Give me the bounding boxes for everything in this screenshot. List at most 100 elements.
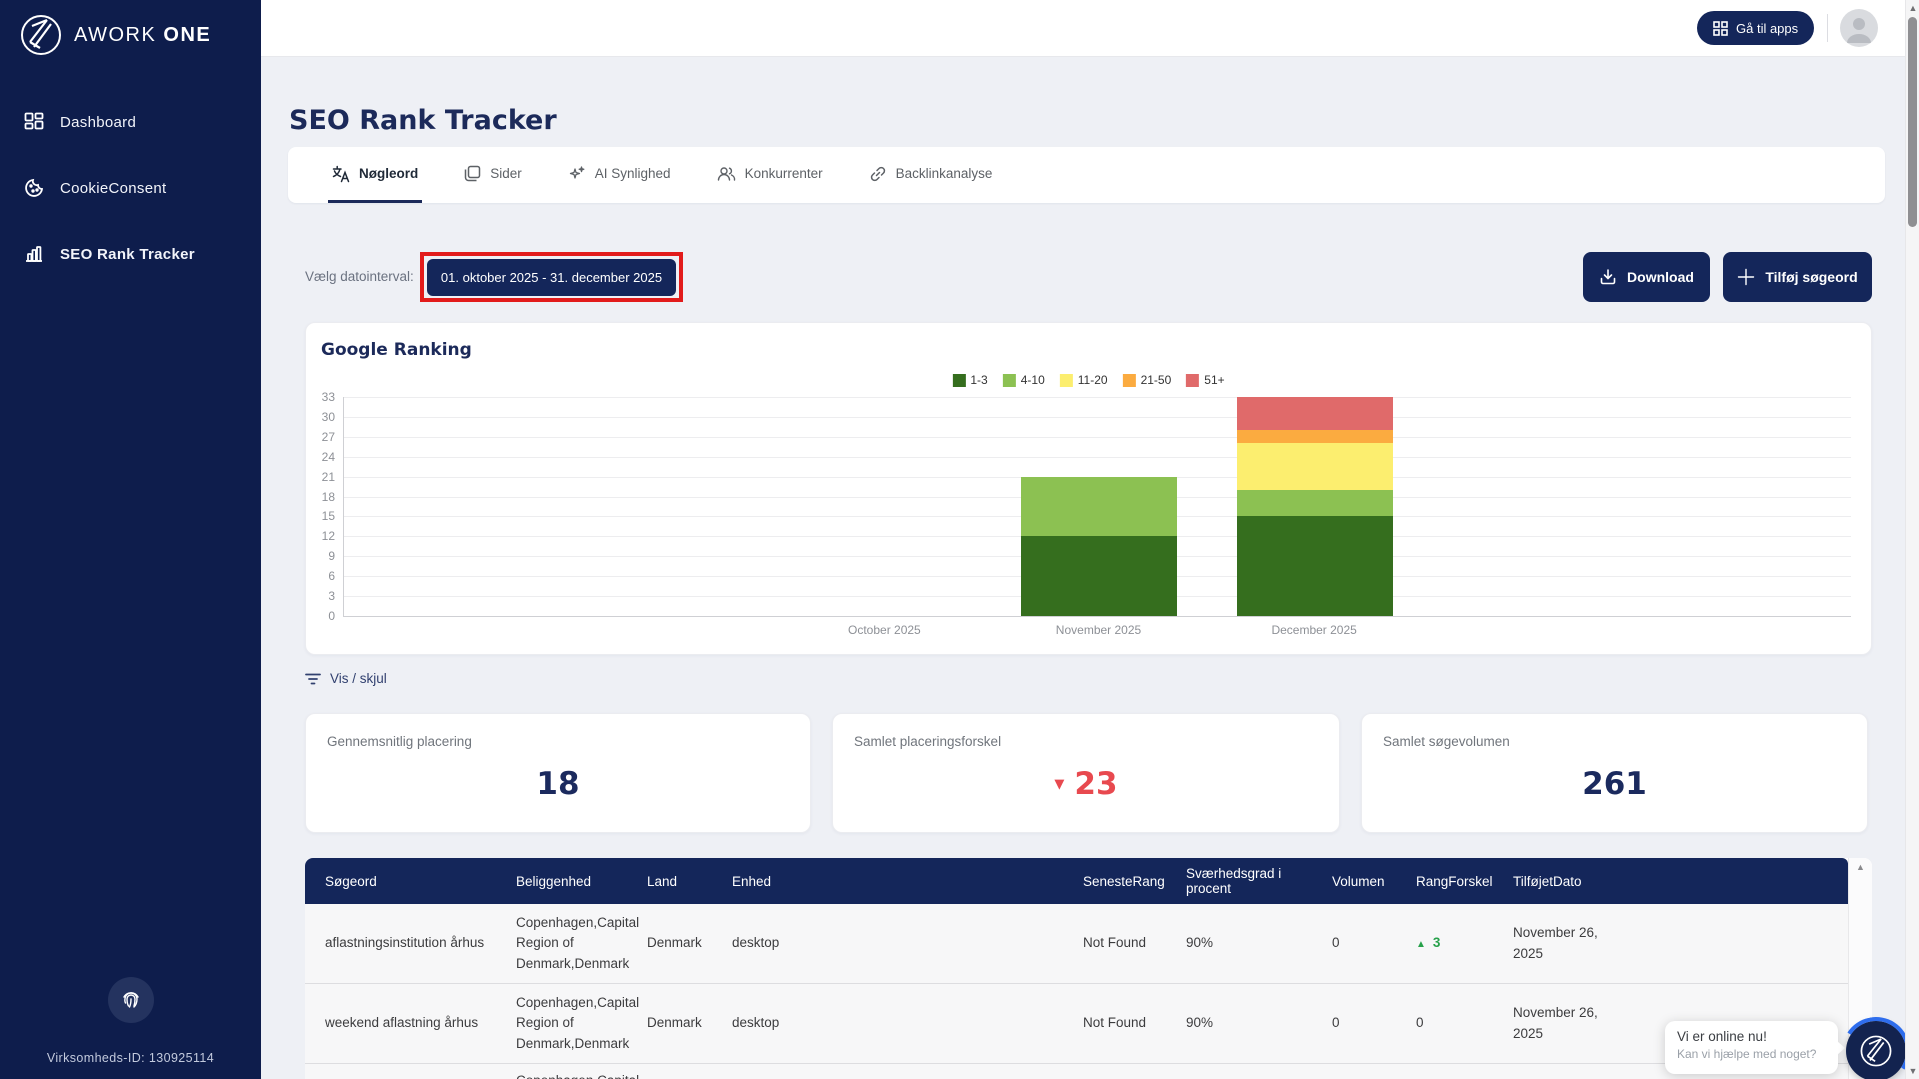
legend-label: 11-20 <box>1078 373 1108 387</box>
go-to-apps-button[interactable]: Gå til apps <box>1697 11 1814 45</box>
table-row[interactable]: aflastningsinstitution århus Copenhagen,… <box>305 904 1848 984</box>
cell-added-date: November 26, 2025 <box>1513 1003 1613 1044</box>
brand-name: AWORK ONE <box>74 24 211 47</box>
chart-legend: 1-3 4-10 11-20 21-50 51+ <box>952 373 1224 387</box>
x-tick-label: October 2025 <box>848 623 921 637</box>
topbar-divider <box>1827 14 1828 42</box>
legend-item[interactable]: 21-50 <box>1123 373 1172 387</box>
bar-segment-4-10 <box>1021 477 1177 537</box>
bar-segment-1-3 <box>1021 536 1177 616</box>
sidebar-item-seo-rank-tracker[interactable]: SEO Rank Tracker <box>0 232 261 276</box>
sidebar-item-dashboard[interactable]: Dashboard <box>0 100 261 144</box>
y-tick-label: 0 <box>328 609 335 623</box>
legend-label: 4-10 <box>1021 373 1045 387</box>
person-icon <box>1840 9 1878 47</box>
translate-icon <box>332 165 350 183</box>
sidebar-item-cookieconsent[interactable]: CookieConsent <box>0 166 261 210</box>
cell-country: Denmark <box>647 1013 732 1033</box>
stat-value: ▼ 23 <box>833 766 1339 802</box>
legend-item[interactable]: 11-20 <box>1060 373 1108 387</box>
bar-segment-51+ <box>1237 397 1393 430</box>
y-tick-label: 12 <box>322 529 335 543</box>
legend-swatch <box>1186 374 1199 387</box>
bar-segment-4-10 <box>1237 490 1393 517</box>
stat-value: 261 <box>1362 766 1867 802</box>
chat-launcher-button[interactable] <box>1846 1021 1906 1079</box>
trend-down-icon: ▼ <box>1054 777 1064 792</box>
chart-plot <box>343 397 1851 617</box>
stat-value: 18 <box>306 766 810 802</box>
tab-label: Backlinkanalyse <box>896 166 993 181</box>
stat-label: Samlet placeringsforskel <box>854 734 1001 749</box>
chat-brand-logo-icon <box>1858 1033 1894 1069</box>
col-header-enhed: Enhed <box>732 874 1083 889</box>
date-range-button[interactable]: 01. oktober 2025 - 31. december 2025 <box>427 259 676 296</box>
date-range-highlight-box: 01. oktober 2025 - 31. december 2025 <box>420 252 683 302</box>
col-header-land: Land <box>647 874 732 889</box>
cell-keyword: aflastningsinstitution århus <box>305 933 516 953</box>
sidebar: AWORK ONE Dashboard CookieConsent <box>0 0 261 1079</box>
cell-country <box>647 1064 732 1071</box>
scroll-up-icon[interactable]: ▲ <box>1906 3 1919 13</box>
chart-gridline <box>344 457 1851 458</box>
legend-item[interactable]: 4-10 <box>1003 373 1045 387</box>
download-button[interactable]: Download <box>1583 252 1710 302</box>
chart-xaxis: October 2025November 2025December 2025 <box>343 623 1851 641</box>
tabs-bar: Nøgleord Sider AI Synlighed Konkurrenter <box>288 147 1885 203</box>
page-scrollbar[interactable]: ▲ ▼ <box>1905 0 1919 1079</box>
cell-difficulty: 90% <box>1186 933 1332 953</box>
bar-segment-1-3 <box>1237 516 1393 616</box>
y-tick-label: 3 <box>328 589 335 603</box>
x-tick-label: November 2025 <box>1056 623 1141 637</box>
bar-segment-21-50 <box>1237 430 1393 443</box>
col-header-volumen: Volumen <box>1332 874 1416 889</box>
cell-added-date <box>1513 1064 1613 1071</box>
scroll-down-icon[interactable]: ▼ <box>1906 1066 1919 1076</box>
y-tick-label: 18 <box>322 490 335 504</box>
download-icon <box>1599 268 1617 286</box>
fingerprint-icon <box>119 988 143 1012</box>
google-ranking-card: Google Ranking 1-34-1011-2021-5051+ 0369… <box>305 322 1872 655</box>
chart-yaxis: 03691215182124273033 <box>306 397 338 617</box>
y-tick-label: 27 <box>322 430 335 444</box>
fingerprint-button[interactable] <box>108 977 154 1023</box>
table-scroll-up-icon[interactable]: ▲ <box>1849 862 1872 872</box>
cell-keyword: weekend aflastning århus <box>305 1013 516 1033</box>
cell-difficulty <box>1186 1064 1332 1071</box>
chat-message-title: Vi er online nu! <box>1677 1029 1826 1044</box>
cell-keyword <box>305 1064 516 1071</box>
legend-label: 51+ <box>1204 373 1224 387</box>
y-tick-label: 21 <box>322 470 335 484</box>
sparkle-icon <box>568 165 586 183</box>
cell-country: Denmark <box>647 933 732 953</box>
tab-sider[interactable]: Sider <box>460 147 526 203</box>
go-to-apps-label: Gå til apps <box>1736 21 1798 36</box>
tab-ai-synlighed[interactable]: AI Synlighed <box>564 147 675 203</box>
legend-item[interactable]: 1-3 <box>952 373 987 387</box>
legend-item[interactable]: 51+ <box>1186 373 1224 387</box>
chart-gridline <box>344 397 1851 398</box>
pages-icon <box>464 165 481 182</box>
legend-label: 1-3 <box>970 373 987 387</box>
y-tick-label: 30 <box>322 410 335 424</box>
cell-rank-diff: 0 <box>1416 1013 1513 1033</box>
cell-device: desktop <box>732 1013 1083 1033</box>
plus-icon <box>1737 268 1755 286</box>
tab-nogleord[interactable]: Nøgleord <box>328 147 422 203</box>
sidebar-footer: Virksomheds-ID: 130925114 <box>0 977 261 1079</box>
link-icon <box>869 165 887 183</box>
col-header-beliggenhed: Beliggenhed <box>516 874 647 889</box>
user-avatar[interactable] <box>1840 9 1878 47</box>
chat-bubble[interactable]: Vi er online nu! Kan vi hjælpe med noget… <box>1665 1021 1838 1074</box>
table-row[interactable]: Copenhagen,Capital Region of Denmark,Den… <box>305 1064 1848 1079</box>
download-label: Download <box>1627 269 1694 285</box>
table-row[interactable]: weekend aflastning århus Copenhagen,Capi… <box>305 984 1848 1064</box>
table-header: Søgeord Beliggenhed Land Enhed SenesteRa… <box>305 858 1848 904</box>
show-hide-toggle[interactable]: Vis / skjul <box>305 671 387 686</box>
chart-gridline <box>344 437 1851 438</box>
cell-rank-diff <box>1416 1064 1513 1071</box>
add-keyword-button[interactable]: Tilføj søgeord <box>1723 252 1872 302</box>
tab-backlinkanalyse[interactable]: Backlinkanalyse <box>865 147 997 203</box>
tab-konkurrenter[interactable]: Konkurrenter <box>713 147 827 203</box>
page-scrollbar-thumb[interactable] <box>1908 17 1917 227</box>
